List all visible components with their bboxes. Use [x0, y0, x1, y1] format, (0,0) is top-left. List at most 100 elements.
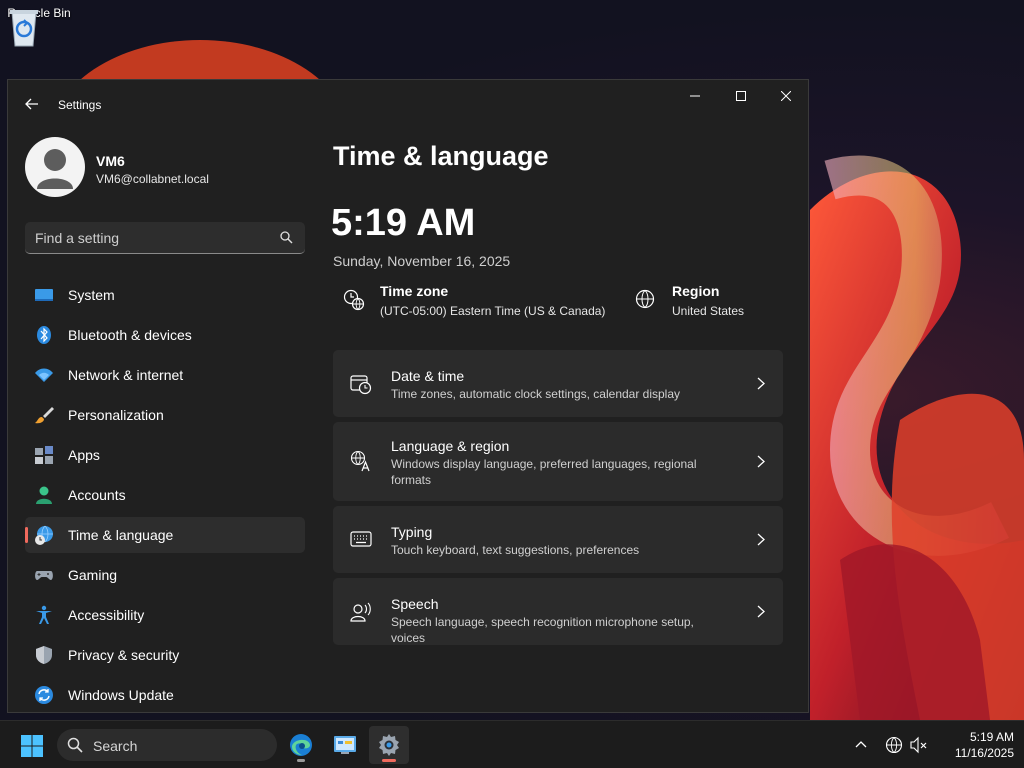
- search-icon: [67, 737, 83, 753]
- card-description: Touch keyboard, text suggestions, prefer…: [391, 543, 640, 557]
- keyboard-icon: [350, 531, 372, 547]
- language-icon: [350, 450, 370, 472]
- active-indicator: [382, 759, 396, 762]
- sidebar-item-label: Apps: [68, 447, 100, 463]
- wifi-icon: [35, 368, 53, 382]
- sidebar-item-label: Accounts: [68, 487, 126, 503]
- sidebar-item-windows-update[interactable]: Windows Update: [25, 677, 305, 712]
- find-setting-box[interactable]: [25, 222, 305, 254]
- card-date-time[interactable]: Date & time Time zones, automatic clock …: [333, 350, 783, 417]
- sidebar-item-label: Accessibility: [68, 607, 145, 623]
- control-panel-icon: [334, 736, 356, 754]
- bluetooth-icon: [37, 326, 51, 344]
- chevron-right-icon: [757, 377, 765, 390]
- card-description: Speech language, speech recognition micr…: [391, 615, 694, 645]
- recycle-bin-icon: [10, 10, 38, 47]
- sidebar-item-apps[interactable]: Apps: [25, 437, 305, 473]
- avatar[interactable]: [25, 137, 85, 197]
- sidebar-item-label: Personalization: [68, 407, 164, 423]
- chevron-up-icon[interactable]: [855, 740, 867, 748]
- sidebar-item-personalization[interactable]: Personalization: [25, 397, 305, 433]
- network-globe-icon[interactable]: [885, 736, 903, 754]
- shield-icon: [36, 646, 52, 664]
- profile-email: VM6@collabnet.local: [96, 172, 209, 186]
- back-button[interactable]: [22, 94, 42, 114]
- taskbar-search[interactable]: Search: [57, 729, 277, 761]
- settings-window: Settings VM6 VM6@collabnet.local System: [7, 79, 809, 713]
- sidebar-item-accessibility[interactable]: Accessibility: [25, 597, 305, 633]
- chevron-right-icon: [757, 605, 765, 618]
- gamepad-icon: [35, 571, 53, 580]
- time-language-icon: [35, 525, 53, 545]
- sidebar-item-label: Network & internet: [68, 367, 184, 383]
- card-language-region[interactable]: Language & region Windows display langua…: [333, 422, 783, 501]
- current-date: Sunday, November 16, 2025: [333, 253, 511, 269]
- sidebar-item-label: Bluetooth & devices: [68, 327, 192, 343]
- search-icon[interactable]: [280, 231, 293, 244]
- taskbar-app-settings[interactable]: [369, 726, 409, 764]
- user-avatar-icon: [37, 149, 73, 189]
- maximize-button[interactable]: [718, 80, 764, 112]
- taskbar-app-edge[interactable]: [281, 726, 321, 764]
- back-arrow-icon: [25, 98, 38, 110]
- timezone-value: (UTC-05:00) Eastern Time (US & Canada): [380, 304, 606, 318]
- calendar-clock-icon: [350, 375, 372, 395]
- card-title: Date & time: [391, 368, 465, 384]
- region-info[interactable]: Region United States: [635, 283, 775, 323]
- region-title: Region: [672, 283, 720, 299]
- apps-icon: [35, 446, 53, 464]
- region-value: United States: [672, 304, 745, 318]
- sidebar-item-network[interactable]: Network & internet: [25, 357, 305, 393]
- card-title: Speech: [391, 596, 439, 612]
- update-icon: [35, 686, 53, 704]
- sidebar-item-label: System: [68, 287, 115, 303]
- card-typing[interactable]: Typing Touch keyboard, text suggestions,…: [333, 506, 783, 573]
- system-icon: [35, 289, 53, 301]
- taskbar-app-control-panel[interactable]: [325, 726, 365, 764]
- speech-icon: [350, 602, 371, 622]
- globe-icon: [635, 289, 655, 309]
- card-description: Time zones, automatic clock settings, ca…: [391, 387, 681, 401]
- sidebar-item-label: Gaming: [68, 567, 118, 583]
- close-button[interactable]: [763, 80, 808, 112]
- page-title: Time & language: [333, 141, 549, 171]
- globe-clock-icon: [343, 289, 365, 311]
- timezone-title: Time zone: [380, 283, 449, 299]
- accounts-icon: [36, 486, 52, 504]
- windows-logo-icon: [21, 735, 43, 757]
- start-button[interactable]: [14, 731, 50, 761]
- sidebar-item-gaming[interactable]: Gaming: [25, 557, 305, 593]
- speaker-muted-icon[interactable]: [910, 736, 928, 754]
- sidebar-item-time-language[interactable]: Time & language: [25, 517, 305, 553]
- edge-icon: [290, 734, 312, 756]
- sidebar-item-label: Time & language: [68, 527, 174, 543]
- maximize-icon: [736, 91, 746, 101]
- find-setting-input[interactable]: [35, 222, 270, 253]
- sidebar-item-system[interactable]: System: [25, 277, 305, 313]
- taskbar-clock[interactable]: 5:19 AM 11/16/2025: [938, 729, 1014, 761]
- title-bar: Settings: [8, 80, 808, 128]
- running-indicator: [297, 759, 305, 762]
- accessibility-icon: [36, 605, 52, 624]
- window-title: Settings: [58, 98, 102, 112]
- card-speech[interactable]: Speech Speech language, speech recogniti…: [333, 578, 783, 645]
- sidebar-item-bluetooth[interactable]: Bluetooth & devices: [25, 317, 305, 353]
- paintbrush-icon: [35, 407, 54, 424]
- minimize-icon: [690, 95, 700, 97]
- sidebar-item-accounts[interactable]: Accounts: [25, 477, 305, 513]
- sidebar-item-privacy[interactable]: Privacy & security: [25, 637, 305, 673]
- chevron-right-icon: [757, 533, 765, 546]
- close-icon: [781, 91, 791, 101]
- desktop-icon-recycle-bin[interactable]: Recycle Bin: [6, 6, 72, 47]
- card-title: Typing: [391, 524, 433, 540]
- sidebar-item-label: Windows Update: [68, 687, 174, 703]
- clock-time: 5:19 AM: [969, 730, 1014, 744]
- taskbar: Search 5:19 AM 11/16/2025: [0, 720, 1024, 768]
- minimize-button[interactable]: [672, 80, 718, 112]
- current-time: 5:19 AM: [331, 202, 476, 244]
- timezone-info[interactable]: Time zone (UTC-05:00) Eastern Time (US &…: [343, 283, 613, 323]
- sidebar-item-label: Privacy & security: [68, 647, 180, 663]
- clock-date: 11/16/2025: [954, 746, 1014, 760]
- chevron-right-icon: [757, 455, 765, 468]
- settings-icon: [379, 734, 399, 756]
